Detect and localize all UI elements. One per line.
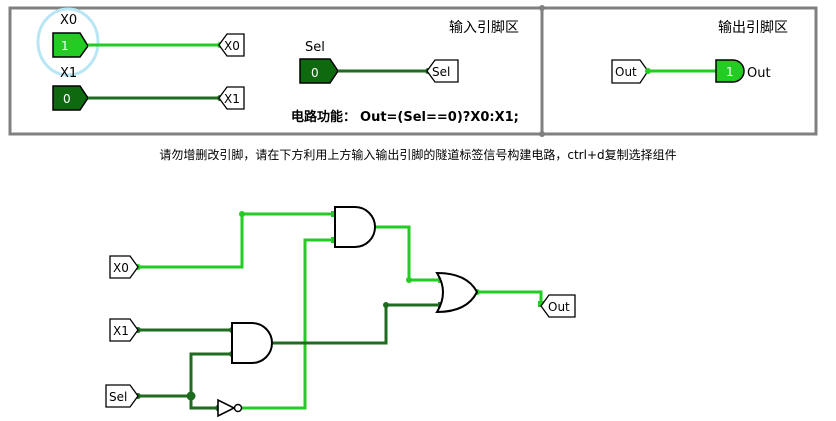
input-pin-value-x1: 0 — [63, 92, 71, 106]
tunnel-x1-top-label: X1 — [224, 92, 240, 106]
tunnel-sel-circuit[interactable]: Sel — [105, 384, 139, 408]
tunnel-x1-circuit[interactable]: X1 — [109, 318, 139, 342]
tunnel-out-top-label: Out — [615, 65, 637, 79]
wire-or-to-out — [477, 290, 543, 306]
input-pin-value-x0: 1 — [61, 39, 69, 53]
input-pin-x1[interactable]: 0 — [52, 85, 89, 111]
input-pin-sel[interactable]: 0 — [299, 58, 339, 84]
wire-and-bottom-to-or — [270, 303, 441, 345]
tunnel-sel-top[interactable]: Sel — [426, 59, 459, 83]
input-pin-x0[interactable]: 1 — [52, 32, 89, 58]
tunnel-x1-circuit-label: X1 — [113, 324, 129, 338]
input-pin-value-sel: 0 — [311, 66, 319, 80]
tunnel-x1-top[interactable]: X1 — [218, 86, 245, 110]
instruction-text: 请勿增删改引脚，请在下方利用上方输入输出引脚的隧道标签信号构建电路，ctrl+d… — [159, 147, 676, 162]
wire-sel-to-and-bottom — [189, 352, 232, 396]
output-pin-value: 1 — [726, 65, 734, 79]
wire-end-dot — [645, 68, 651, 74]
tunnel-out-top[interactable]: Out — [611, 59, 649, 84]
circuit-function-label: 电路功能： Out=(Sel==0)?X0:X1; — [291, 109, 519, 125]
tunnel-x0-top-label: X0 — [224, 39, 240, 53]
wire-end-dot — [239, 211, 245, 217]
or-gate[interactable] — [435, 271, 479, 314]
tunnel-x0-top[interactable]: X0 — [218, 33, 245, 57]
wire-end-dot — [383, 302, 389, 308]
frame-corner-dot — [539, 131, 545, 137]
input-pin-label-x1: X1 — [60, 66, 77, 81]
output-area-title: 输出引脚区 — [718, 20, 788, 36]
input-area-title: 输入引脚区 — [449, 20, 519, 36]
output-pin-label: Out — [747, 66, 771, 81]
wire-junction-dot — [186, 391, 196, 401]
input-pin-label-sel: Sel — [305, 40, 325, 55]
tunnel-x0-circuit-label: X0 — [113, 261, 129, 275]
tunnel-sel-top-label: Sel — [432, 65, 450, 79]
tunnel-sel-circuit-label: Sel — [109, 390, 127, 404]
tunnel-x0-circuit[interactable]: X0 — [109, 255, 139, 279]
output-pin-out[interactable]: 1 — [715, 59, 745, 83]
input-pin-label-x0: X0 — [60, 13, 77, 28]
wire-and-top-to-or — [373, 225, 441, 282]
wire-end-dot — [406, 277, 412, 283]
and-gate-top[interactable] — [334, 206, 376, 248]
not-gate[interactable] — [217, 398, 243, 418]
tunnel-out-circuit[interactable]: Out — [540, 294, 576, 318]
frame-corner-dot — [539, 5, 545, 11]
tunnel-out-circuit-label: Out — [548, 300, 570, 314]
and-gate-bottom[interactable] — [231, 322, 273, 364]
